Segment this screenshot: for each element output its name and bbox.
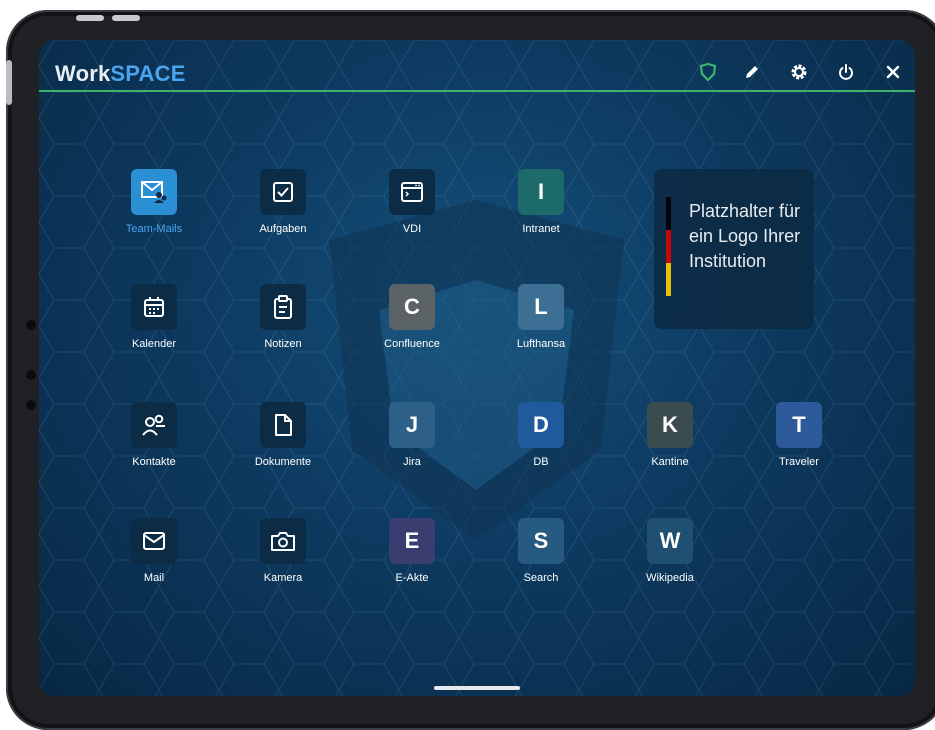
- calendar-icon: [131, 284, 177, 330]
- letter-tile: I: [518, 169, 564, 215]
- letter-tile: L: [518, 284, 564, 330]
- camera-dot: [26, 320, 36, 330]
- contacts-icon: [131, 402, 177, 448]
- app-db[interactable]: D DB: [486, 402, 596, 502]
- app-team-mails[interactable]: Team-Mails: [99, 169, 209, 269]
- app-label: Team-Mails: [125, 223, 183, 235]
- volume-up-button: [76, 15, 104, 21]
- app-label: Traveler: [779, 456, 819, 468]
- app-label: Confluence: [384, 338, 440, 350]
- app-lufthansa[interactable]: L Lufthansa: [486, 284, 596, 384]
- letter-tile: K: [647, 402, 693, 448]
- home-indicator[interactable]: [434, 686, 520, 690]
- top-bar: WorkSPACE: [39, 40, 915, 92]
- app-label: Kamera: [263, 572, 303, 584]
- app-label: Jira: [403, 456, 421, 468]
- app-label: Kantine: [651, 456, 689, 468]
- sensor-dot: [26, 370, 36, 380]
- shield-icon[interactable]: [696, 60, 720, 84]
- app-label: Wikipedia: [646, 572, 694, 584]
- app-label: Aufgaben: [259, 223, 307, 235]
- letter-tile: D: [518, 402, 564, 448]
- letter-tile: S: [518, 518, 564, 564]
- sensor-dot: [26, 400, 36, 410]
- app-kontakte[interactable]: Kontakte: [99, 402, 209, 502]
- letter-tile: E: [389, 518, 435, 564]
- close-icon[interactable]: [881, 60, 905, 84]
- app-logo: WorkSPACE: [55, 61, 186, 86]
- app-kalender[interactable]: Kalender: [99, 284, 209, 384]
- app-traveler[interactable]: T Traveler: [744, 402, 854, 502]
- app-label: Dokumente: [254, 456, 312, 468]
- letter-tile: C: [389, 284, 435, 330]
- app-label: Kontakte: [132, 456, 176, 468]
- app-mail[interactable]: Mail: [99, 518, 209, 618]
- app-label: VDI: [402, 223, 422, 235]
- app-confluence[interactable]: C Confluence: [357, 284, 467, 384]
- document-icon: [260, 402, 306, 448]
- app-kamera[interactable]: Kamera: [228, 518, 338, 618]
- app-search[interactable]: S Search: [486, 518, 596, 618]
- app-label: Search: [523, 572, 559, 584]
- app-label: Kalender: [131, 338, 177, 350]
- app-wikipedia[interactable]: W Wikipedia: [615, 518, 725, 618]
- app-vdi[interactable]: VDI: [357, 169, 467, 269]
- app-intranet[interactable]: I Intranet: [486, 169, 596, 269]
- volume-down-button: [112, 15, 140, 21]
- screen: WorkSPACE Team-Mails Aufgaben VDI I Intr…: [39, 40, 915, 696]
- app-e-akte[interactable]: E E-Akte: [357, 518, 467, 618]
- app-label: Notizen: [264, 338, 302, 350]
- german-flag-bar: [666, 197, 671, 296]
- mail-icon: [131, 518, 177, 564]
- checkbox-icon: [260, 169, 306, 215]
- app-label: Intranet: [522, 223, 560, 235]
- logo-placeholder: Platzhalter für ein Logo Ihrer Instituti…: [654, 169, 814, 329]
- placeholder-text: Platzhalter für ein Logo Ihrer Instituti…: [689, 201, 801, 271]
- letter-tile: W: [647, 518, 693, 564]
- letter-tile: T: [776, 402, 822, 448]
- app-label: E-Akte: [395, 572, 429, 584]
- app-label: DB: [533, 456, 549, 468]
- gear-icon[interactable]: [787, 60, 811, 84]
- pencil-icon[interactable]: [740, 60, 764, 84]
- camera-icon: [260, 518, 306, 564]
- app-notizen[interactable]: Notizen: [228, 284, 338, 384]
- window-icon: [389, 169, 435, 215]
- app-label: Mail: [143, 572, 165, 584]
- power-icon[interactable]: [834, 60, 858, 84]
- app-dokumente[interactable]: Dokumente: [228, 402, 338, 502]
- side-button: [6, 60, 12, 105]
- team-mail-icon: [131, 169, 177, 215]
- app-aufgaben[interactable]: Aufgaben: [228, 169, 338, 269]
- app-label: Lufthansa: [516, 338, 566, 350]
- app-kantine[interactable]: K Kantine: [615, 402, 725, 502]
- letter-tile: J: [389, 402, 435, 448]
- clipboard-icon: [260, 284, 306, 330]
- app-jira[interactable]: J Jira: [357, 402, 467, 502]
